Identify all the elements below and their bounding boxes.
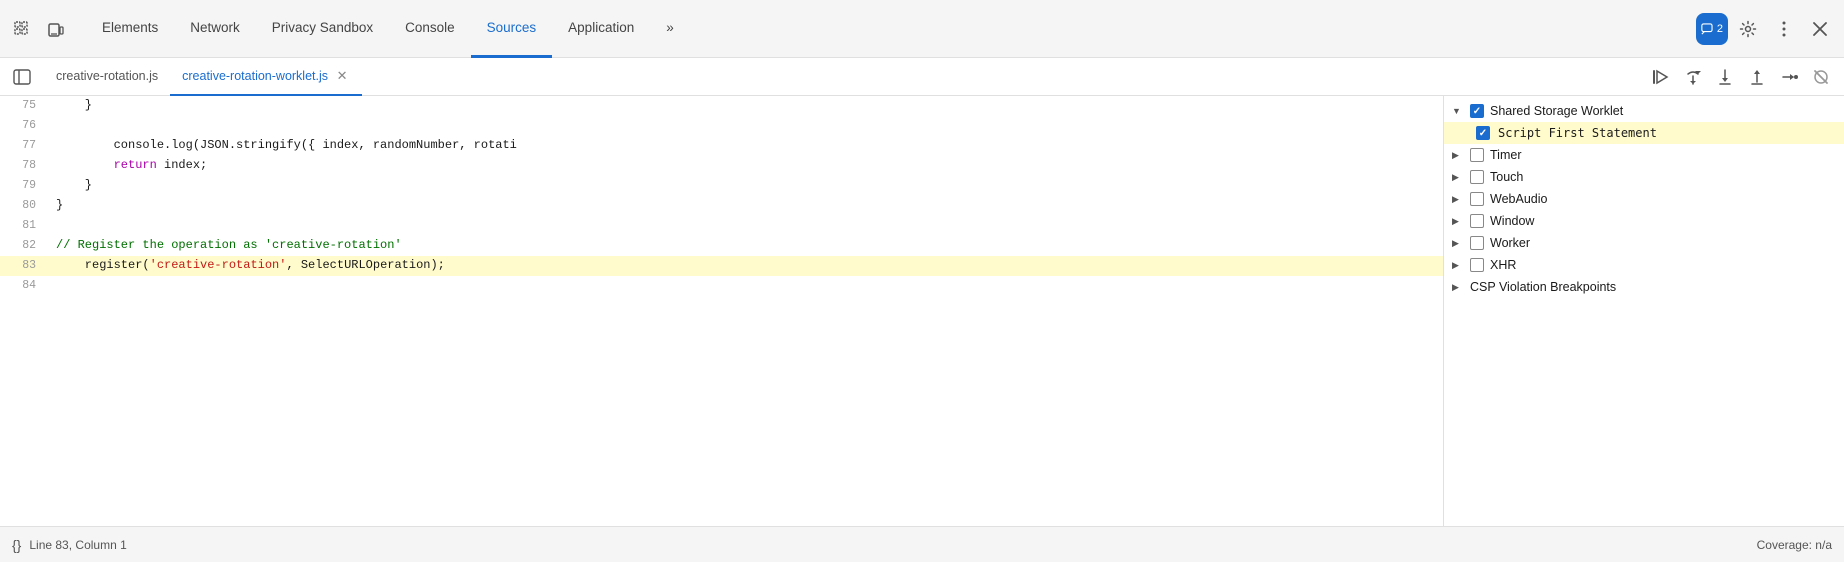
more-options-icon[interactable]	[1768, 13, 1800, 45]
breakpoints-section: ▼ Shared Storage Worklet Script First St…	[1444, 96, 1844, 302]
code-line-80: 80 }	[0, 196, 1443, 216]
group-label-csp-violation: CSP Violation Breakpoints	[1470, 280, 1616, 294]
group-xhr[interactable]: ▶ XHR	[1444, 254, 1844, 276]
group-checkbox-shared-storage-worklet[interactable]	[1470, 104, 1484, 118]
tab-network[interactable]: Network	[174, 0, 256, 58]
group-window[interactable]: ▶ Window	[1444, 210, 1844, 232]
cursor-icon[interactable]	[8, 15, 36, 43]
top-nav: Elements Network Privacy Sandbox Console…	[0, 0, 1844, 58]
right-panel: ▼ Shared Storage Worklet Script First St…	[1444, 96, 1844, 526]
sidebar-toggle-icon[interactable]	[8, 63, 36, 91]
code-line-76: 76	[0, 116, 1443, 136]
tab-application[interactable]: Application	[552, 0, 650, 58]
toolbar-right	[1646, 62, 1836, 92]
step-over-button[interactable]	[1678, 62, 1708, 92]
code-line-83: 83 register('creative-rotation', SelectU…	[0, 256, 1443, 276]
code-line-84: 84	[0, 276, 1443, 296]
expand-arrow-icon-timer: ▶	[1452, 150, 1464, 161]
group-checkbox-touch[interactable]	[1470, 170, 1484, 184]
nav-right: 2	[1696, 13, 1836, 45]
expand-arrow-icon-webaudio: ▶	[1452, 194, 1464, 205]
coverage-status: Coverage: n/a	[1757, 538, 1832, 552]
group-checkbox-webaudio[interactable]	[1470, 192, 1484, 206]
group-label-shared-storage-worklet: Shared Storage Worklet	[1490, 104, 1623, 118]
tab-sources[interactable]: Sources	[471, 0, 553, 58]
device-toggle-icon[interactable]	[42, 15, 70, 43]
tab-console[interactable]: Console	[389, 0, 471, 58]
code-line-79: 79 }	[0, 176, 1443, 196]
expand-arrow-icon-worker: ▶	[1452, 238, 1464, 249]
deactivate-breakpoints-button[interactable]	[1806, 62, 1836, 92]
group-timer[interactable]: ▶ Timer	[1444, 144, 1844, 166]
tab-elements[interactable]: Elements	[86, 0, 174, 58]
top-nav-icons	[8, 15, 70, 43]
code-line-78: 78 return index;	[0, 156, 1443, 176]
chat-badge[interactable]: 2	[1696, 13, 1728, 45]
step-out-button[interactable]	[1742, 62, 1772, 92]
code-panel[interactable]: 75 } 76 77 console.log(JSON.stringify({ …	[0, 96, 1444, 526]
group-label-webaudio: WebAudio	[1490, 192, 1547, 206]
cursor-position: Line 83, Column 1	[29, 538, 126, 552]
group-label-worker: Worker	[1490, 236, 1530, 250]
expand-arrow-icon-csp: ▶	[1452, 282, 1464, 293]
file-tabs-bar: creative-rotation.js creative-rotation-w…	[0, 58, 1844, 96]
step-into-button[interactable]	[1710, 62, 1740, 92]
close-devtools-icon[interactable]	[1804, 13, 1836, 45]
curly-braces-icon: {}	[12, 537, 21, 553]
resume-script-button[interactable]	[1646, 62, 1676, 92]
group-webaudio[interactable]: ▶ WebAudio	[1444, 188, 1844, 210]
nav-tabs: Elements Network Privacy Sandbox Console…	[86, 0, 1696, 58]
code-line-75: 75 }	[0, 96, 1443, 116]
group-checkbox-window[interactable]	[1470, 214, 1484, 228]
group-touch[interactable]: ▶ Touch	[1444, 166, 1844, 188]
tab-more[interactable]: »	[650, 0, 690, 58]
expand-arrow-icon-window: ▶	[1452, 216, 1464, 227]
code-line-81: 81	[0, 216, 1443, 236]
group-label-window: Window	[1490, 214, 1534, 228]
code-editor: 75 } 76 77 console.log(JSON.stringify({ …	[0, 96, 1443, 296]
close-tab-icon[interactable]: ✕	[334, 68, 350, 84]
code-line-77: 77 console.log(JSON.stringify({ index, r…	[0, 136, 1443, 156]
expand-arrow-icon: ▼	[1452, 106, 1464, 116]
code-line-82: 82 // Register the operation as 'creativ…	[0, 236, 1443, 256]
bp-label-script-first-statement: Script First Statement	[1498, 126, 1657, 140]
group-worker[interactable]: ▶ Worker	[1444, 232, 1844, 254]
group-label-touch: Touch	[1490, 170, 1523, 184]
group-checkbox-xhr[interactable]	[1470, 258, 1484, 272]
settings-icon[interactable]	[1732, 13, 1764, 45]
group-label-timer: Timer	[1490, 148, 1521, 162]
expand-arrow-icon-touch: ▶	[1452, 172, 1464, 183]
step-button[interactable]	[1774, 62, 1804, 92]
expand-arrow-icon-xhr: ▶	[1452, 260, 1464, 271]
file-tab-creative-rotation-js[interactable]: creative-rotation.js	[44, 58, 170, 96]
main-area: 75 } 76 77 console.log(JSON.stringify({ …	[0, 96, 1844, 526]
bp-item-script-first-statement[interactable]: Script First Statement	[1444, 122, 1844, 144]
group-shared-storage-worklet[interactable]: ▼ Shared Storage Worklet	[1444, 100, 1844, 122]
group-csp-violation[interactable]: ▶ CSP Violation Breakpoints	[1444, 276, 1844, 298]
status-bar: {} Line 83, Column 1 Coverage: n/a	[0, 526, 1844, 562]
checkbox-script-first-statement[interactable]	[1476, 126, 1490, 140]
tab-privacy-sandbox[interactable]: Privacy Sandbox	[256, 0, 389, 58]
group-label-xhr: XHR	[1490, 258, 1516, 272]
group-checkbox-worker[interactable]	[1470, 236, 1484, 250]
file-tab-creative-rotation-worklet-js[interactable]: creative-rotation-worklet.js ✕	[170, 58, 362, 96]
group-checkbox-timer[interactable]	[1470, 148, 1484, 162]
